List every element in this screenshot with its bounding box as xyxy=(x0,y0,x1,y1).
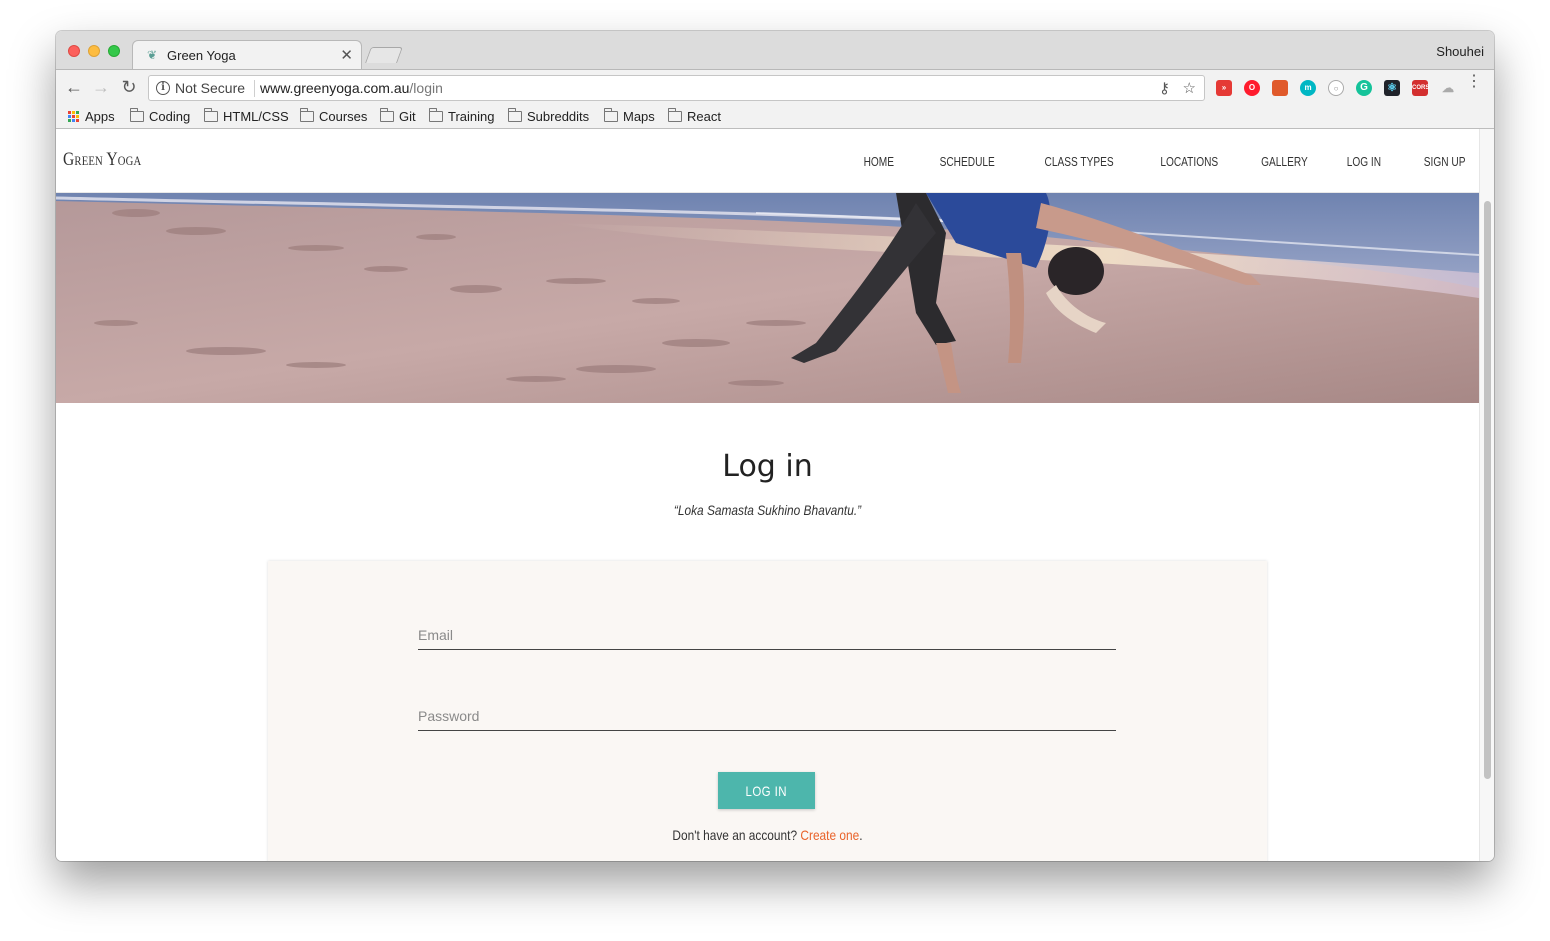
create-account-link[interactable]: Create one xyxy=(800,827,859,843)
opera-extension-icon[interactable]: O xyxy=(1244,80,1260,96)
nav-class-types[interactable]: CLASS TYPES xyxy=(1044,154,1113,169)
close-tab-icon[interactable]: ✕ xyxy=(340,46,353,64)
cloud-extension-icon[interactable]: ☁ xyxy=(1440,80,1456,96)
browser-tab-active[interactable]: ❦ Green Yoga ✕ xyxy=(132,40,362,70)
forward-arrow-icon[interactable]: → xyxy=(91,77,111,97)
bookmark-training[interactable]: Training xyxy=(429,108,494,124)
new-tab-button[interactable] xyxy=(365,47,403,63)
grammarly-extension-icon[interactable]: G xyxy=(1356,80,1372,96)
bookmarks-bar: Apps Coding HTML/CSS Courses Git Trainin… xyxy=(56,105,1494,129)
profile-name[interactable]: Shouhei xyxy=(1436,44,1484,59)
bookmark-coding[interactable]: Coding xyxy=(130,108,190,124)
email-field-wrapper xyxy=(418,620,1116,650)
nav-log-in[interactable]: LOG IN xyxy=(1347,154,1381,169)
login-submit-button[interactable]: LOG IN xyxy=(718,772,815,809)
folder-icon xyxy=(380,108,394,122)
nav-locations[interactable]: LOCATIONS xyxy=(1160,154,1218,169)
folder-icon xyxy=(429,108,443,122)
bookmark-subreddits[interactable]: Subreddits xyxy=(508,108,589,124)
page-quote: “Loka Samasta Sukhino Bhavantu.” xyxy=(673,502,862,518)
folder-icon xyxy=(204,108,218,122)
browser-window: ❦ Green Yoga ✕ Shouhei ← → ↻ i Not Secur… xyxy=(56,31,1494,861)
bookmark-react[interactable]: React xyxy=(668,108,721,124)
address-bar[interactable]: i Not Secure www.greenyoga.com.au/login … xyxy=(148,75,1205,101)
folder-icon xyxy=(130,108,144,122)
site-nav-links: HOME SCHEDULE CLASS TYPES LOCATIONS GALL… xyxy=(825,154,1465,169)
m-extension-icon[interactable]: m xyxy=(1300,80,1316,96)
pocket-extension-icon[interactable]: » xyxy=(1216,80,1232,96)
info-icon[interactable]: i xyxy=(156,81,170,95)
bookmark-apps[interactable]: Apps xyxy=(68,109,115,124)
back-arrow-icon[interactable]: ← xyxy=(64,77,84,97)
password-field-wrapper xyxy=(418,701,1116,731)
browser-toolbar: ← → ↻ i Not Secure www.greenyoga.com.au/… xyxy=(56,69,1494,105)
folder-icon xyxy=(300,108,314,122)
key-icon[interactable]: ⚷ xyxy=(1159,79,1170,97)
bookmark-maps[interactable]: Maps xyxy=(604,108,655,124)
circle-extension-icon[interactable]: ○ xyxy=(1328,80,1344,96)
signup-prompt-line: Don't have an account? Create one. xyxy=(672,827,863,843)
password-input[interactable] xyxy=(418,701,1116,730)
folder-icon xyxy=(604,108,618,122)
minimize-window-button[interactable] xyxy=(88,45,100,57)
nav-gallery[interactable]: GALLERY xyxy=(1261,154,1308,169)
apps-grid-icon xyxy=(68,111,79,122)
omnibox-divider xyxy=(254,80,255,97)
web-page: Green Yoga HOME SCHEDULE CLASS TYPES LOC… xyxy=(56,129,1479,861)
folder-icon xyxy=(668,108,682,122)
bookmark-star-icon[interactable]: ☆ xyxy=(1183,79,1196,97)
bookmark-html-css[interactable]: HTML/CSS xyxy=(204,108,289,124)
bookmark-courses[interactable]: Courses xyxy=(300,108,367,124)
page-scrollbar[interactable] xyxy=(1479,129,1494,861)
nav-sign-up[interactable]: SIGN UP xyxy=(1423,154,1465,169)
react-devtools-icon[interactable]: ⚛ xyxy=(1384,80,1400,96)
page-title: Log in xyxy=(722,449,813,484)
site-navbar: Green Yoga HOME SCHEDULE CLASS TYPES LOC… xyxy=(56,129,1479,193)
email-input[interactable] xyxy=(418,620,1116,649)
reload-icon[interactable]: ↻ xyxy=(119,77,139,97)
scrollbar-thumb[interactable] xyxy=(1484,201,1491,779)
nav-home[interactable]: HOME xyxy=(864,154,894,169)
bookmark-git[interactable]: Git xyxy=(380,108,416,124)
browser-titlebar: ❦ Green Yoga ✕ Shouhei xyxy=(56,31,1494,70)
hero-image xyxy=(56,193,1479,403)
nav-schedule[interactable]: SCHEDULE xyxy=(940,154,995,169)
login-card: LOG IN Don't have an account? Create one… xyxy=(268,561,1267,861)
zoom-window-button[interactable] xyxy=(108,45,120,57)
close-window-button[interactable] xyxy=(68,45,80,57)
folder-icon xyxy=(508,108,522,122)
security-label[interactable]: Not Secure xyxy=(175,80,245,96)
cors-extension-icon[interactable]: CORS xyxy=(1412,80,1429,96)
browser-menu-icon[interactable]: ⋮ xyxy=(1466,74,1482,90)
tab-title: Green Yoga xyxy=(167,48,236,63)
lotus-favicon-icon: ❦ xyxy=(147,48,158,62)
url-text[interactable]: www.greenyoga.com.au/login xyxy=(260,80,443,96)
bookmark-extension-icon[interactable] xyxy=(1272,80,1288,96)
site-logo[interactable]: Green Yoga xyxy=(63,149,141,171)
